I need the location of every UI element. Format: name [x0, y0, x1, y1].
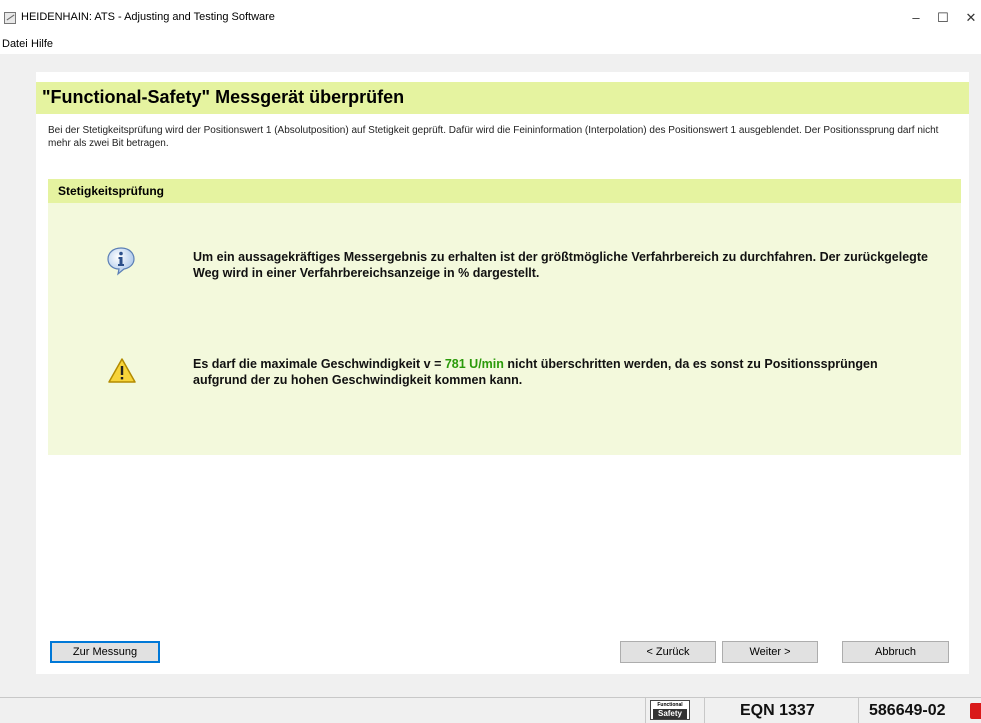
logo-top-text: Functional	[657, 702, 683, 708]
page-title: "Functional-Safety" Messgerät überprüfen	[42, 87, 405, 107]
device-id: 586649-02	[869, 702, 946, 719]
menu-datei[interactable]: Datei	[2, 38, 28, 50]
functional-safety-logo: Functional Safety	[650, 700, 690, 720]
device-name: EQN 1337	[740, 702, 815, 719]
max-speed-value: 781 U/min	[444, 357, 504, 371]
window-title: HEIDENHAIN: ATS - Adjusting and Testing …	[21, 11, 275, 23]
menu-hilfe[interactable]: Hilfe	[31, 38, 53, 50]
logo-bottom-text: Safety	[653, 709, 687, 719]
status-divider	[858, 698, 859, 723]
page-header: "Functional-Safety" Messgerät überprüfen	[36, 82, 969, 114]
minimize-button[interactable]: –	[906, 10, 926, 26]
zur-messung-button[interactable]: Zur Messung	[50, 641, 160, 663]
status-divider	[645, 698, 646, 723]
back-button[interactable]: < Zurück	[620, 641, 716, 663]
status-icon	[970, 703, 981, 719]
warning-icon	[108, 358, 136, 383]
main-panel: "Functional-Safety" Messgerät überprüfen…	[36, 72, 969, 674]
section-header: Stetigkeitsprüfung	[48, 179, 961, 203]
section-body: Um ein aussagekräftiges Messergebnis zu …	[48, 203, 961, 455]
menu-bar: Datei Hilfe	[0, 36, 981, 54]
next-button[interactable]: Weiter >	[722, 641, 818, 663]
close-button[interactable]: ✕	[961, 10, 981, 26]
status-bar: Functional Safety EQN 1337 586649-02	[0, 697, 981, 723]
warning-text-prefix: Es darf die maximale Geschwindigkeit v =	[193, 357, 445, 371]
title-bar: HEIDENHAIN: ATS - Adjusting and Testing …	[0, 0, 981, 36]
page-description: Bei der Stetigkeitsprüfung wird der Posi…	[48, 125, 939, 149]
cancel-button[interactable]: Abbruch	[842, 641, 949, 663]
section-title: Stetigkeitsprüfung	[58, 184, 165, 198]
info-icon	[107, 247, 135, 276]
maximize-button[interactable]: ☐	[933, 10, 953, 26]
app-icon	[4, 12, 16, 24]
warning-message: Es darf die maximale Geschwindigkeit v =…	[193, 356, 913, 388]
status-divider	[704, 698, 705, 723]
info-message: Um ein aussagekräftiges Messergebnis zu …	[193, 250, 928, 280]
